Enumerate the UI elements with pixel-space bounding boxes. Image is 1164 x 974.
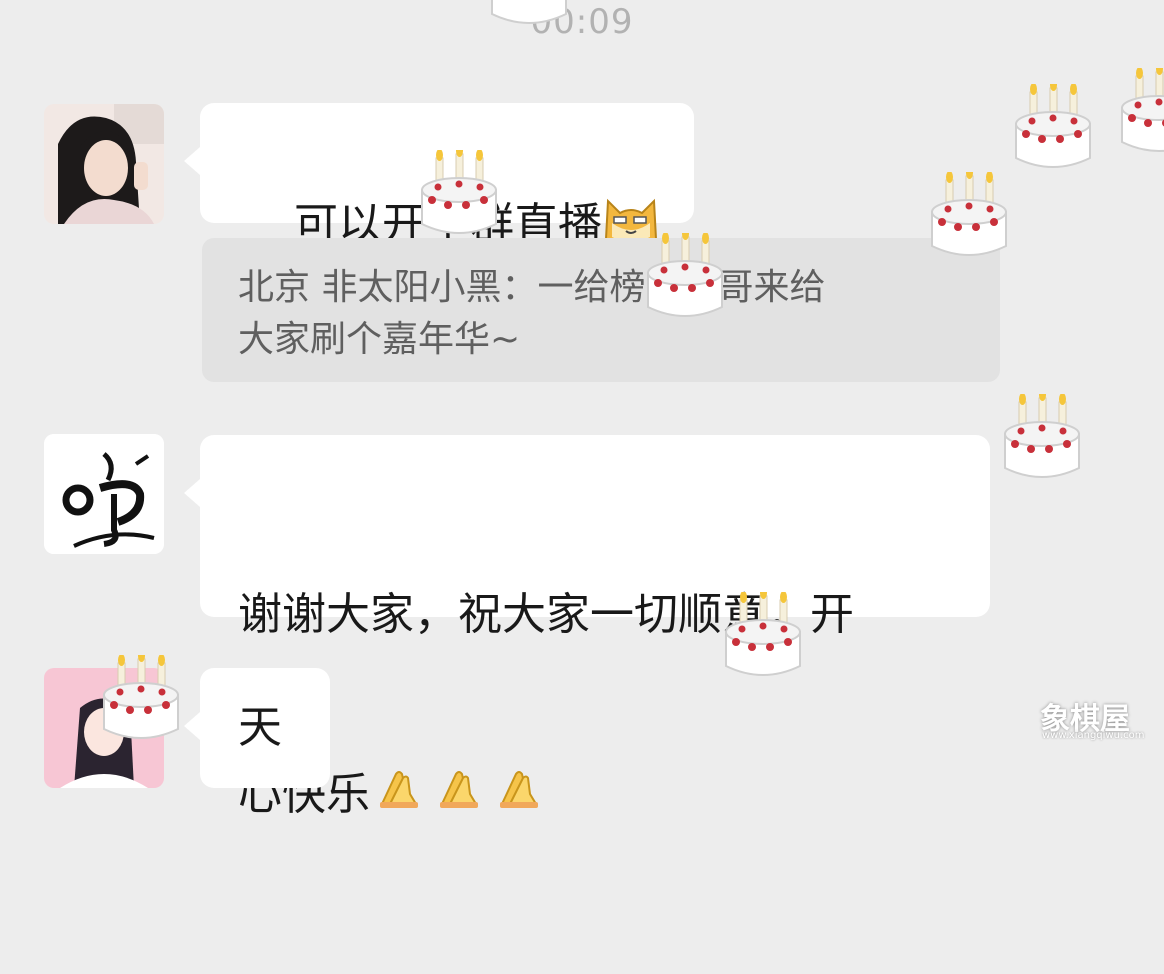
- birthday-cake-icon: [1121, 68, 1164, 152]
- birthday-cake-icon: [1015, 84, 1091, 168]
- quoted-message[interactable]: 北京 非太阳小黑：一给榜一大哥来给 大家刷个嘉年华~: [202, 238, 1000, 382]
- avatar-user-girl[interactable]: [44, 104, 164, 224]
- folded-hands-emoji: [370, 766, 556, 828]
- message-bubble[interactable]: 可以开个群直播: [184, 103, 694, 250]
- message-bubble[interactable]: 谢谢大家，祝大家一切顺意，开 心快乐: [184, 435, 990, 820]
- message-bubble[interactable]: 天: [184, 668, 330, 788]
- message-text-line1: 谢谢大家，祝大家一切顺意，开: [238, 589, 854, 640]
- birthday-cake-icon: [1004, 394, 1080, 478]
- watermark-url: www.xiangqiwu.com: [1042, 730, 1145, 741]
- message-timestamp: 00:09: [530, 2, 634, 42]
- quoted-text: 北京 非太阳小黑：一给榜一大哥来给 大家刷个嘉年华~: [238, 267, 826, 360]
- message-text: 天: [238, 702, 282, 753]
- avatar-anime[interactable]: [44, 668, 164, 788]
- avatar-calligraphy[interactable]: [44, 434, 164, 554]
